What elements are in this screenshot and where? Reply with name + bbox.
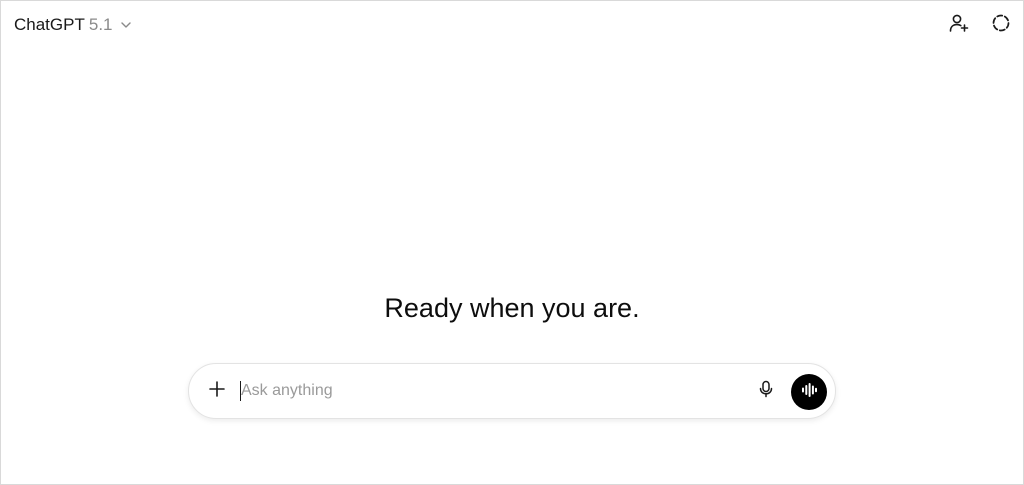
- voice-mode-button[interactable]: [791, 374, 827, 410]
- model-switcher[interactable]: ChatGPT 5.1: [14, 14, 133, 36]
- add-people-button[interactable]: [947, 13, 971, 37]
- temporary-chat-button[interactable]: [989, 13, 1013, 37]
- page-headline: Ready when you are.: [384, 293, 640, 323]
- model-version: 5.1: [88, 15, 113, 34]
- dashed-circle-icon: [990, 12, 1012, 39]
- add-person-icon: [948, 12, 970, 39]
- top-actions: [947, 13, 1013, 37]
- app-window: ChatGPT 5.1 Ready when you are.: [0, 0, 1024, 485]
- voice-waveform-icon: [800, 381, 818, 404]
- prompt-composer: [188, 363, 836, 419]
- model-name: ChatGPT: [14, 15, 85, 34]
- microphone-icon: [756, 379, 776, 404]
- prompt-input[interactable]: [241, 378, 741, 404]
- plus-icon: [208, 380, 226, 403]
- chevron-down-icon: [119, 18, 133, 32]
- attach-button[interactable]: [205, 379, 229, 403]
- dictate-button[interactable]: [755, 380, 777, 402]
